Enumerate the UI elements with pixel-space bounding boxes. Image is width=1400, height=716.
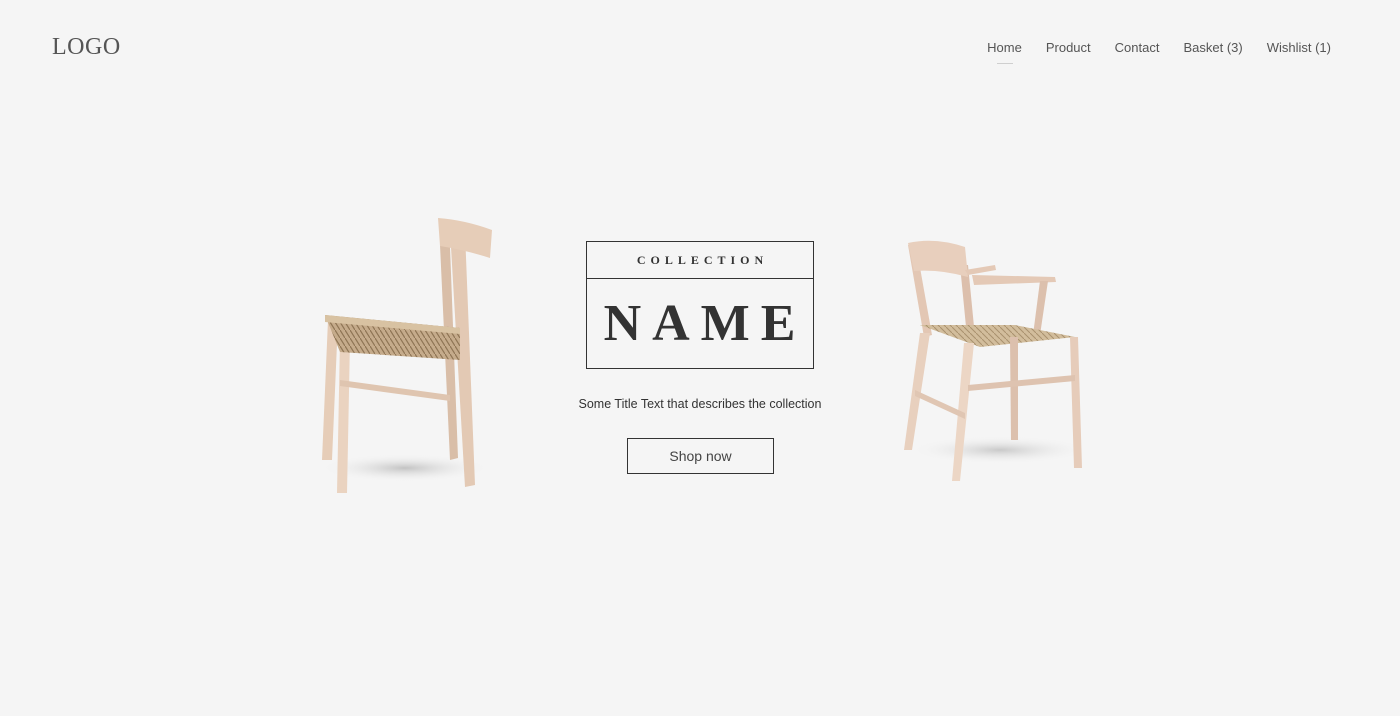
page: LOGO Home Product Contact Basket (3) Wis…	[0, 0, 1400, 716]
nav-product[interactable]: Product	[1046, 40, 1091, 55]
collection-name: NAME	[603, 295, 807, 352]
chair-side-image	[320, 218, 492, 493]
armchair-image	[904, 240, 1090, 481]
logo[interactable]: LOGO	[52, 34, 121, 61]
collection-title-box: COLLECTION NAME	[586, 241, 814, 369]
main-nav: Home Product Contact Basket (3) Wishlist…	[987, 40, 1331, 64]
collection-label: COLLECTION	[587, 242, 813, 279]
collection-tagline: Some Title Text that describes the colle…	[578, 397, 822, 411]
shop-now-button[interactable]: Shop now	[627, 438, 774, 474]
nav-wishlist[interactable]: Wishlist (1)	[1267, 40, 1331, 55]
nav-basket[interactable]: Basket (3)	[1183, 40, 1242, 55]
nav-contact[interactable]: Contact	[1115, 40, 1160, 55]
nav-home[interactable]: Home	[987, 40, 1022, 64]
